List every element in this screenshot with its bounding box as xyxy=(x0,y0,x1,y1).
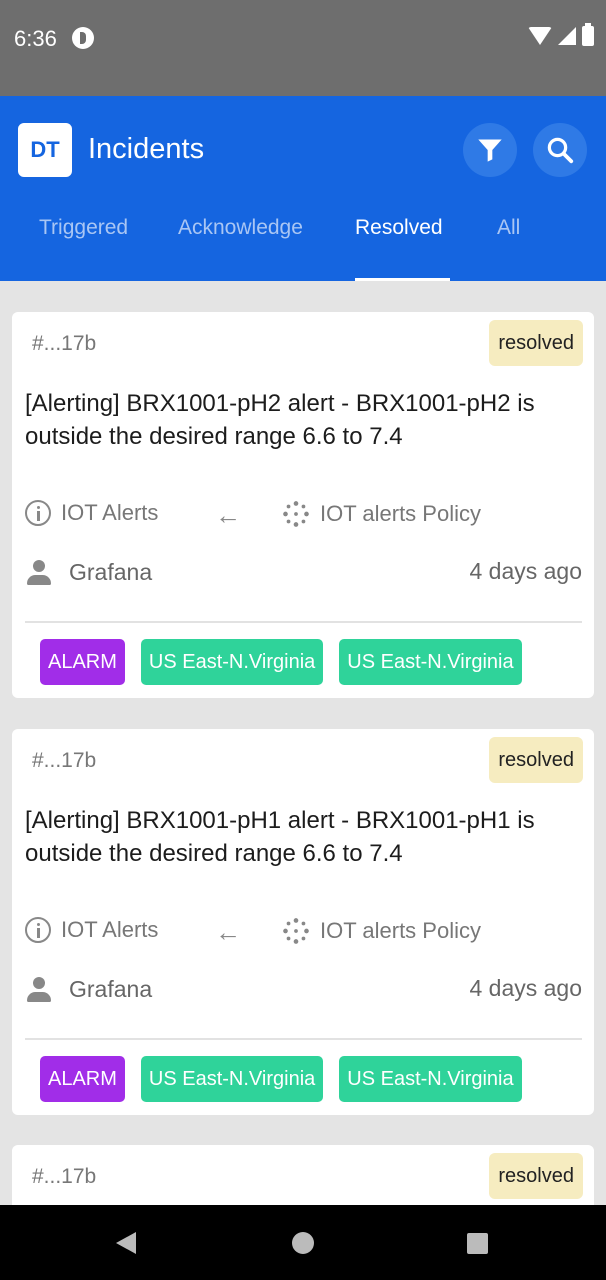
tag-region: US East-N.Virginia xyxy=(339,639,522,685)
battery-icon xyxy=(582,23,594,46)
incident-title: [Alerting] BRX1001-pH2 alert - BRX1001-p… xyxy=(25,390,535,450)
time-ago: 4 days ago xyxy=(469,975,582,1001)
tab-triggered[interactable]: Triggered xyxy=(39,216,128,240)
tag-region: US East-N.Virginia xyxy=(339,1056,522,1102)
active-tab-indicator xyxy=(355,278,450,281)
divider xyxy=(25,621,582,623)
service-info: IOT Alerts xyxy=(25,500,158,526)
app-logo: DT xyxy=(18,123,72,177)
tag-list: ALARM US East-N.Virginia US East-N.Virgi… xyxy=(40,639,522,685)
incident-meta: IOT Alerts ← IOT alerts Policy xyxy=(25,500,585,534)
incident-card[interactable]: #...17b resolved [Alerting] BRX1001-pH1 … xyxy=(12,729,594,1115)
time-ago: 4 days ago xyxy=(469,558,582,584)
tab-resolved[interactable]: Resolved xyxy=(355,216,443,240)
tag-region: US East-N.Virginia xyxy=(140,1056,324,1102)
divider xyxy=(25,1038,582,1040)
search-button[interactable] xyxy=(533,123,587,177)
user-name: Grafana xyxy=(69,975,153,1002)
recent-apps-icon[interactable] xyxy=(467,1233,488,1254)
back-icon[interactable] xyxy=(116,1232,136,1254)
arrow-left-icon: ← xyxy=(215,500,241,530)
person-icon xyxy=(25,975,53,1003)
home-icon[interactable] xyxy=(292,1232,314,1254)
tag-list: ALARM US East-N.Virginia US East-N.Virgi… xyxy=(40,1056,522,1102)
info-icon xyxy=(25,917,51,943)
wifi-icon xyxy=(528,27,552,45)
user-name: Grafana xyxy=(69,558,153,585)
tab-all[interactable]: All xyxy=(497,216,520,240)
search-icon xyxy=(547,137,574,164)
status-badge: resolved xyxy=(489,320,583,366)
escalation-policy-icon xyxy=(283,501,309,527)
service-info: IOT Alerts xyxy=(25,917,158,943)
app-bar: DT Incidents Triggered Acknowledge Resol… xyxy=(0,96,606,281)
info-icon xyxy=(25,500,51,526)
status-tabs: Triggered Acknowledge Resolved All xyxy=(0,206,606,281)
incident-id: #...17b xyxy=(32,332,97,355)
escalation-policy-icon xyxy=(283,918,309,944)
notification-app-icon xyxy=(72,27,94,49)
person-icon xyxy=(25,558,53,586)
incident-card[interactable]: #...17b resolved [Alerting] BRX1001-pH2 … xyxy=(12,312,594,698)
incident-source: Grafana 4 days ago xyxy=(25,975,582,1009)
status-bar: 6:36 xyxy=(0,0,606,96)
cell-signal-icon xyxy=(558,27,576,45)
incident-title: [Alerting] BRX1001-pH1 alert - BRX1001-p… xyxy=(25,807,535,867)
incident-id: #...17b xyxy=(32,1165,97,1188)
tag-alarm: ALARM xyxy=(40,639,125,685)
incident-id: #...17b xyxy=(32,749,97,772)
tag-alarm: ALARM xyxy=(40,1056,125,1102)
policy-name: IOT alerts Policy xyxy=(320,918,481,943)
policy-info: IOT alerts Policy xyxy=(282,500,481,528)
status-badge: resolved xyxy=(489,737,583,783)
source-user: Grafana xyxy=(25,558,152,586)
tag-region: US East-N.Virginia xyxy=(140,639,324,685)
arrow-left-icon: ← xyxy=(215,917,241,947)
service-name: IOT Alerts xyxy=(61,917,159,942)
system-nav-bar xyxy=(0,1205,606,1280)
filter-icon xyxy=(478,139,502,162)
tab-acknowledge[interactable]: Acknowledge xyxy=(178,216,303,240)
service-name: IOT Alerts xyxy=(61,500,159,525)
page-title: Incidents xyxy=(88,133,205,165)
status-badge: resolved xyxy=(489,1153,583,1199)
filter-button[interactable] xyxy=(463,123,517,177)
source-user: Grafana xyxy=(25,975,152,1003)
incident-source: Grafana 4 days ago xyxy=(25,558,582,592)
status-icons xyxy=(528,23,594,46)
incident-meta: IOT Alerts ← IOT alerts Policy xyxy=(25,917,585,951)
policy-name: IOT alerts Policy xyxy=(320,501,481,526)
policy-info: IOT alerts Policy xyxy=(282,917,481,945)
status-time: 6:36 xyxy=(14,26,57,51)
